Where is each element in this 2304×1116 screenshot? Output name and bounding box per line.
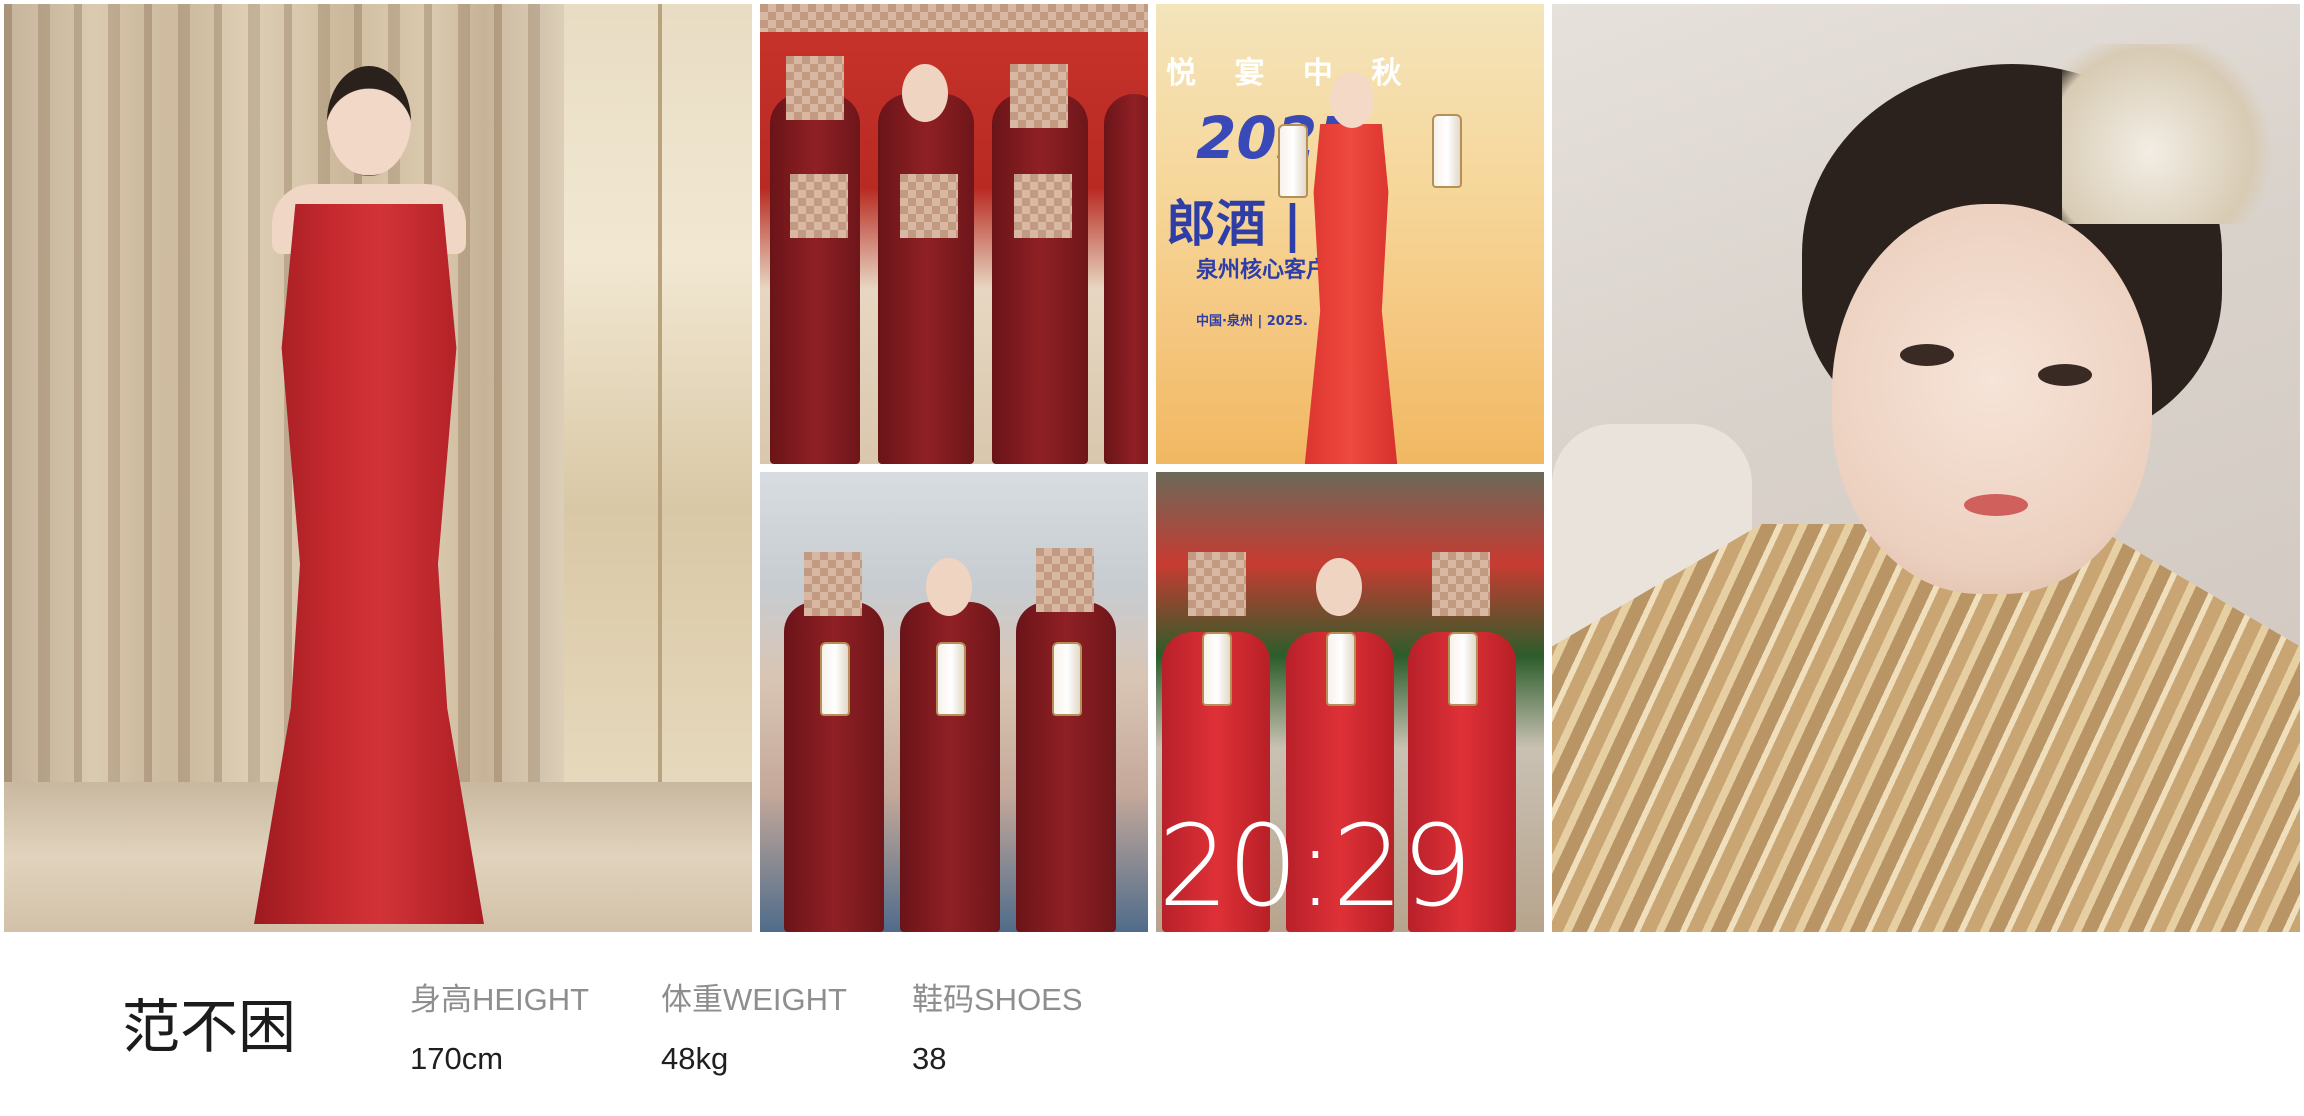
liquor-bottle xyxy=(1448,632,1478,706)
pixelated-face xyxy=(1036,548,1094,612)
marble-seam xyxy=(658,4,662,844)
stat-value: 170cm xyxy=(410,1041,504,1076)
photo-selfie-portrait[interactable] xyxy=(1552,4,2300,932)
photo-full-length-portrait[interactable] xyxy=(4,4,752,932)
right-eye xyxy=(2038,364,2092,386)
hostess-figure xyxy=(992,94,1088,464)
curtain xyxy=(4,4,564,804)
face xyxy=(1832,204,2152,594)
feather-hairpiece xyxy=(2062,44,2282,224)
stat-height: 身高HEIGHT 170cm xyxy=(410,974,589,1077)
face xyxy=(1316,558,1362,616)
hostess-figure xyxy=(770,94,860,464)
lips xyxy=(1964,494,2028,516)
pixelated-bottle xyxy=(790,174,848,238)
face xyxy=(1330,72,1374,128)
photo-banquet-hall-group[interactable] xyxy=(760,472,1148,932)
liquor-bottle xyxy=(820,642,850,716)
stat-shoes: 鞋码SHOES 38 xyxy=(912,974,1083,1077)
pixelated-bottle xyxy=(900,174,958,238)
stat-value: 48kg xyxy=(661,1041,729,1076)
pixelated-face xyxy=(1188,552,1246,616)
timestamp-overlay: 20:29 xyxy=(1158,802,1473,932)
stat-label: 体重WEIGHT xyxy=(661,982,847,1017)
pixelated-bottle xyxy=(1014,174,1072,238)
red-qipao xyxy=(1304,124,1398,464)
stat-label: 鞋码SHOES xyxy=(912,982,1083,1017)
model-head xyxy=(327,66,411,176)
profile-caption: 范不困 身高HEIGHT 170cm 体重WEIGHT 48kg 鞋码SHOES… xyxy=(0,936,2304,1116)
model-name: 范不困 xyxy=(122,993,297,1061)
stat-label: 身高HEIGHT xyxy=(410,982,590,1017)
pixelated-face xyxy=(786,56,844,120)
face xyxy=(902,64,948,122)
liquor-bottle xyxy=(1432,114,1462,188)
photo-event-banner-portrait[interactable]: 悦 宴 中 秋 2025 郎酒 | 郎 泉州核心客户 中国·泉州 | 2025. xyxy=(1156,4,1544,464)
photo-group-bottle-presentation[interactable] xyxy=(760,4,1148,464)
hostess-figure xyxy=(1104,94,1148,464)
left-eye xyxy=(1900,344,1954,366)
stat-value: 38 xyxy=(912,1041,947,1076)
pixelated-face xyxy=(1010,64,1068,128)
hostess-figure xyxy=(878,94,974,464)
face xyxy=(926,558,972,616)
liquor-bottle xyxy=(1278,124,1308,198)
pixelated-face xyxy=(804,552,862,616)
gold-sequin-gown xyxy=(1552,524,2300,932)
liquor-bottle xyxy=(1326,632,1356,706)
pixelated-face xyxy=(1432,552,1490,616)
liquor-bottle xyxy=(936,642,966,716)
stat-weight: 体重WEIGHT 48kg xyxy=(661,974,847,1077)
pixelated-banner-text xyxy=(760,4,1148,32)
photo-red-dress-group[interactable]: 20:29 xyxy=(1156,472,1544,932)
liquor-bottle xyxy=(1202,632,1232,706)
liquor-bottle xyxy=(1052,642,1082,716)
